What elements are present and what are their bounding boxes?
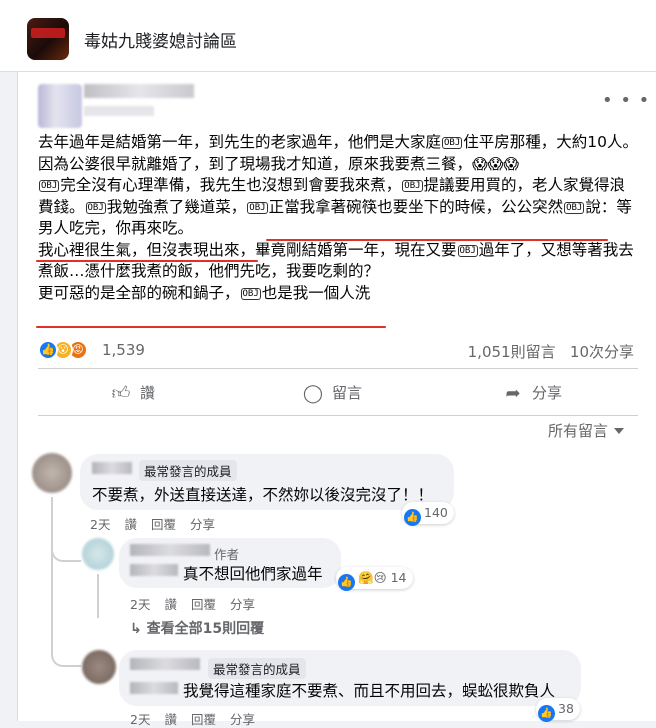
speech-bubble-icon: ◯ xyxy=(302,383,324,404)
divider xyxy=(38,368,638,369)
obj-glyph: OBJ xyxy=(247,201,268,214)
commenter-name-redacted[interactable] xyxy=(130,658,200,670)
commenter-name-redacted[interactable] xyxy=(130,564,178,576)
obj-glyph: OBJ xyxy=(457,244,478,257)
comment-reactions[interactable]: 👍 🤗😢 14 xyxy=(336,567,413,591)
comment-text: 真不想回他們家過年 xyxy=(183,565,323,583)
commenter-name-redacted[interactable] xyxy=(92,462,132,474)
obj-glyph: OBJ xyxy=(85,201,106,214)
like-button[interactable]: 👍︎ 讚 xyxy=(110,374,155,412)
comment-actions: 2天讚回覆 分享 xyxy=(130,594,269,613)
more-options-icon[interactable]: • • • xyxy=(602,92,650,110)
comment-share-link[interactable]: 分享 xyxy=(190,517,215,532)
like-reaction-icon: 👍 xyxy=(404,509,421,526)
care-reaction-icon: 🤗😢 xyxy=(358,570,387,585)
comment-reply-link[interactable]: 回覆 xyxy=(191,597,216,612)
thread-line xyxy=(97,574,99,618)
obj-glyph: OBJ xyxy=(564,201,585,214)
comment-share-link[interactable]: 分享 xyxy=(230,712,255,727)
obj-glyph: OBJ xyxy=(39,180,60,192)
obj-glyph: OBJ xyxy=(240,287,261,300)
highlight-underline xyxy=(266,239,608,241)
member-badge: 最常發言的成員 xyxy=(208,658,306,679)
group-header: 毒姑九賤婆媳討論區 xyxy=(0,0,656,72)
thread-line xyxy=(51,497,53,647)
comment-share-link[interactable]: 分享 xyxy=(230,597,255,612)
like-reaction-icon: 👍 xyxy=(538,705,555,722)
comment-reply-link[interactable]: 回覆 xyxy=(191,712,216,727)
divider xyxy=(38,415,638,416)
comment-actions: 2天讚回覆 分享 xyxy=(90,514,229,533)
comment-text: 我覺得這種家庭不要煮、而且不用回去，蜈蚣很欺負人 xyxy=(183,682,556,700)
post-line: 因為公婆很早就離婚了，到了現場我才知道，原來我要煮三餐，😱😱😱 xyxy=(38,154,519,173)
commenter-avatar[interactable] xyxy=(82,650,116,684)
comment-actions: 2天讚回覆 分享 xyxy=(130,709,269,728)
comment-share-count[interactable]: 1,051則留言 10次分享 xyxy=(468,341,634,362)
post-line: 更可惡的是全部的碗和鍋子， OBJ 也是我一個人洗 xyxy=(38,283,371,302)
post-card: • • • 去年過年是結婚第一年，到先生的老家過年，他們是大家庭 OBJ 住平房那種… xyxy=(17,72,656,727)
author-avatar[interactable] xyxy=(38,84,82,128)
author-name-redacted[interactable] xyxy=(84,84,194,98)
share-button[interactable]: ➦ 分享 xyxy=(502,374,562,412)
comment-text: 不要煮，外送直接送達，不然妳以後沒完沒了！！ xyxy=(92,486,434,504)
post-line: OBJ 完全沒有心理準備，我先生也沒想到會要我來煮， OBJ 提議要用買的，老人家覺得… xyxy=(38,176,632,237)
highlight-underline xyxy=(36,260,258,262)
post-stats: 👍 😮 😡 1,539 1,051則留言 10次分享 xyxy=(38,338,638,362)
commenter-name-redacted[interactable] xyxy=(130,544,210,556)
thumbs-up-icon: 👍︎ xyxy=(111,383,131,404)
post-body: 去年過年是結婚第一年，到先生的老家過年，他們是大家庭 OBJ 住平房那種，大約10人… xyxy=(38,132,638,304)
post-meta-redacted xyxy=(84,106,154,116)
member-badge: 最常發言的成員 xyxy=(139,460,237,481)
scream-emoji-icon: 😱😱😱 xyxy=(472,154,519,173)
comment-time[interactable]: 2天 xyxy=(130,712,150,727)
comment-reply-link[interactable]: 回覆 xyxy=(151,517,176,532)
comment-button[interactable]: ◯ 留言 xyxy=(302,374,362,412)
comment-sort-dropdown[interactable]: 所有留言 xyxy=(548,420,625,441)
obj-glyph: OBJ xyxy=(442,137,463,149)
comment-reactions[interactable]: 👍 38 xyxy=(536,698,580,722)
thread-connector xyxy=(51,647,81,667)
thread-connector xyxy=(51,542,81,562)
comment-time[interactable]: 2天 xyxy=(130,597,150,612)
reaction-count[interactable]: 1,539 xyxy=(102,341,145,359)
post-line: 去年過年是結婚第一年，到先生的老家過年，他們是大家庭 OBJ 住平房那種，大約10人… xyxy=(38,133,639,151)
comment-reactions[interactable]: 👍 140 xyxy=(402,502,454,526)
commenter-name-redacted[interactable] xyxy=(130,682,178,694)
author-reply-avatar[interactable] xyxy=(82,538,114,570)
view-replies-link[interactable]: ↳ 查看全部15則回覆 xyxy=(130,618,264,638)
reply-arrow-icon: ↳ xyxy=(130,621,147,637)
chevron-down-icon xyxy=(614,428,625,434)
share-arrow-icon: ➦ xyxy=(505,383,521,404)
author-label: 作者 xyxy=(214,547,240,562)
comment-like-link[interactable]: 讚 xyxy=(164,597,177,612)
group-logo[interactable] xyxy=(27,18,69,60)
like-reaction-icon[interactable]: 👍 xyxy=(38,340,58,360)
comment-like-link[interactable]: 讚 xyxy=(164,712,177,727)
highlight-underline xyxy=(36,326,386,328)
commenter-avatar[interactable] xyxy=(32,453,72,493)
comment-time[interactable]: 2天 xyxy=(90,517,110,532)
group-name[interactable]: 毒姑九賤婆媳討論區 xyxy=(84,27,237,52)
obj-glyph: OBJ xyxy=(402,180,423,192)
comment-like-link[interactable]: 讚 xyxy=(124,517,137,532)
like-reaction-icon: 👍 xyxy=(338,574,355,591)
